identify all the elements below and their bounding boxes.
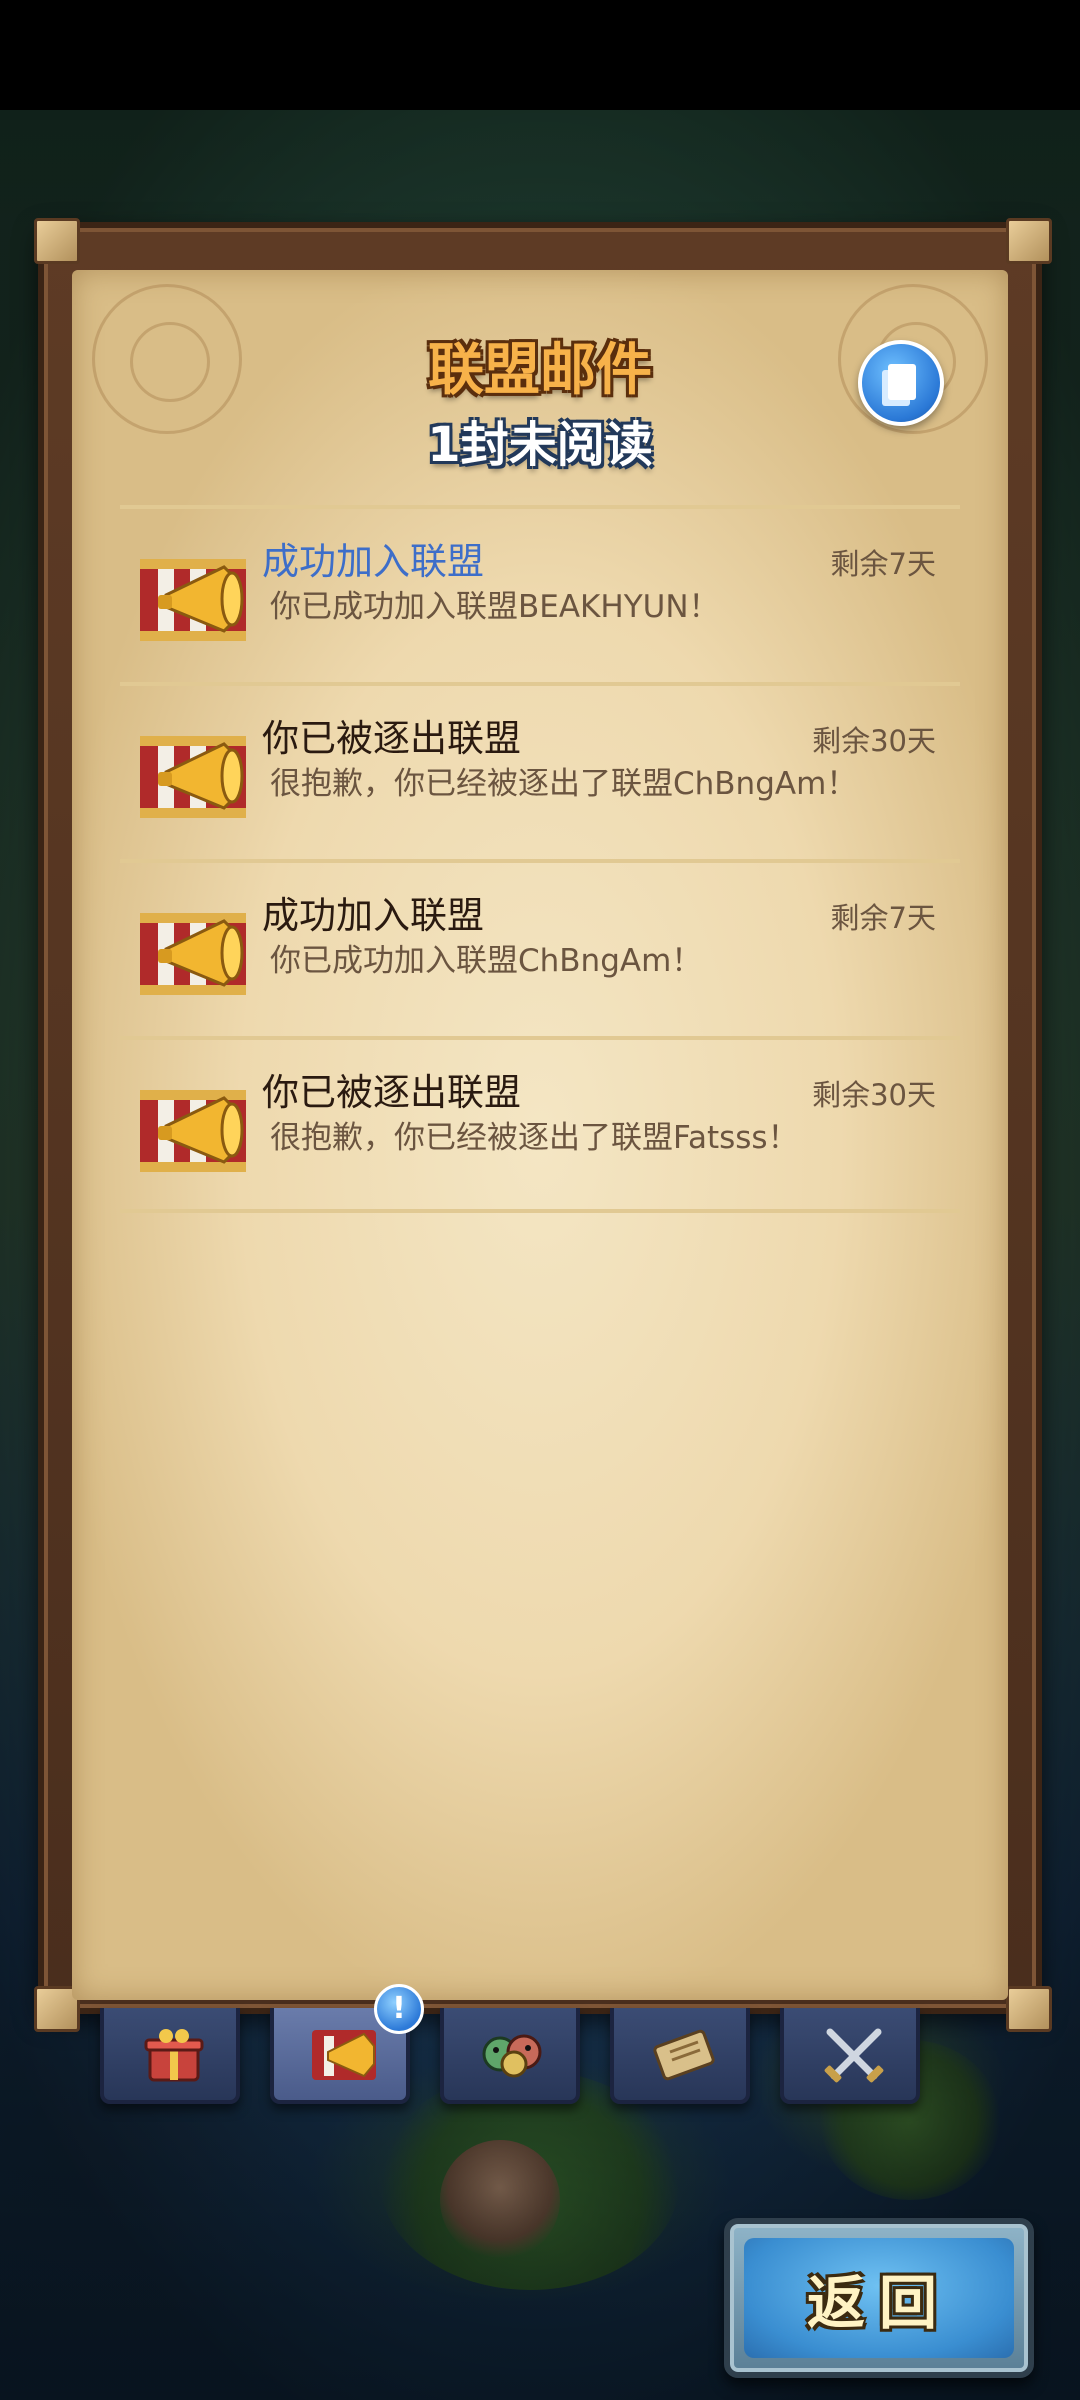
- mail-item[interactable]: 成功加入联盟 你已成功加入联盟ChBngAm！ 剩余7天: [120, 859, 960, 1036]
- mail-item[interactable]: 你已被逐出联盟 很抱歉，你已经被逐出了联盟ChBngAm！ 剩余30天: [120, 682, 960, 859]
- mail-title: 成功加入联盟: [262, 540, 484, 583]
- tab-battle[interactable]: [780, 2008, 920, 2104]
- mail-title: 你已被逐出联盟: [262, 1071, 521, 1114]
- horn-banner-icon: [140, 1090, 246, 1172]
- mail-expiry: 剩余30天: [812, 1078, 936, 1112]
- notification-badge: !: [374, 1984, 424, 2034]
- ornament-icon: [92, 284, 242, 434]
- panel-corner: [34, 218, 80, 264]
- panel-corner: [1006, 218, 1052, 264]
- return-button[interactable]: 返回: [724, 2218, 1034, 2378]
- unread-count: 1封未阅读: [427, 417, 653, 473]
- horn-banner-icon: [140, 559, 246, 641]
- mail-title: 成功加入联盟: [262, 894, 484, 937]
- tab-gifts[interactable]: [100, 2008, 240, 2104]
- mail-expiry: 剩余7天: [830, 901, 936, 935]
- mail-body: 你已成功加入联盟BEAKHYUN！: [270, 589, 720, 625]
- tab-monsters[interactable]: [440, 2008, 580, 2104]
- tab-reports[interactable]: [610, 2008, 750, 2104]
- alliance-horn-icon: [312, 2030, 376, 2080]
- mail-item[interactable]: 你已被逐出联盟 很抱歉，你已经被逐出了联盟Fatsss！ 剩余30天: [120, 1036, 960, 1213]
- mail-item[interactable]: 成功加入联盟 你已成功加入联盟BEAKHYUN！ 剩余7天: [120, 505, 960, 682]
- gift-icon: [144, 2029, 204, 2082]
- monsters-icon: [482, 2034, 542, 2078]
- mail-list: 成功加入联盟 你已成功加入联盟BEAKHYUN！ 剩余7天 你已被逐出联盟 很抱…: [120, 505, 960, 1213]
- mail-expiry: 剩余7天: [830, 547, 936, 581]
- skull-rock: [440, 2140, 560, 2260]
- mail-body: 很抱歉，你已经被逐出了联盟ChBngAm！: [270, 766, 858, 802]
- panel-corner: [1006, 1986, 1052, 2032]
- mail-title: 你已被逐出联盟: [262, 717, 521, 760]
- mail-body: 你已成功加入联盟ChBngAm！: [270, 943, 703, 979]
- mail-expiry: 剩余30天: [812, 724, 936, 758]
- scroll-icon: [653, 2029, 715, 2081]
- horn-banner-icon: [140, 913, 246, 995]
- horn-banner-icon: [140, 736, 246, 818]
- read-all-button[interactable]: [858, 340, 944, 426]
- crossed-swords-icon: [824, 2028, 884, 2083]
- page-title: 联盟邮件: [428, 338, 652, 403]
- return-button-label: 返回: [806, 2269, 951, 2337]
- mail-body: 很抱歉，你已经被逐出了联盟Fatsss！: [270, 1120, 799, 1156]
- status-bar-area: [0, 0, 1080, 110]
